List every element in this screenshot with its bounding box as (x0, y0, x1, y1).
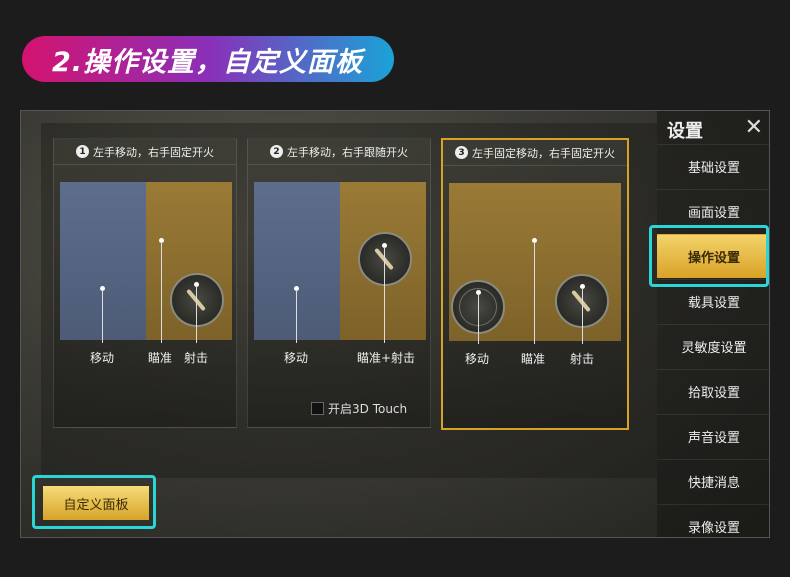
move-leader-line (102, 290, 103, 343)
settings-sidebar: 设置 ✕ 基础设置 画面设置 操作设置 载具设置 灵敏度设置 拾取设置 声音设置… (657, 111, 769, 537)
control-mode-panel: 1 左手移动，右手固定开火 移动 瞄准 射击 2 左手移动，右手跟随开火 移动 … (41, 123, 657, 478)
3d-touch-label: 开启3D Touch (328, 402, 408, 416)
fire-leader-line (196, 286, 197, 343)
fire-leader-line (582, 288, 583, 344)
mode-title: 左手移动，右手跟随开火 (287, 145, 408, 159)
mode-card-1[interactable]: 1 左手移动，右手固定开火 移动 瞄准 射击 (53, 138, 237, 428)
label-move: 移动 (90, 351, 115, 365)
controls-highlight (649, 225, 769, 287)
title-banner: 2.操作设置，自定义面板 (22, 36, 394, 82)
mode-title: 左手移动，右手固定开火 (93, 145, 214, 159)
sidebar-item-quick-message[interactable]: 快捷消息 (657, 459, 769, 503)
banner-title: 2.操作设置，自定义面板 (52, 46, 364, 78)
left-zone (254, 182, 340, 340)
aim-leader-line (534, 242, 535, 344)
label-aim: 瞄准 (148, 351, 173, 365)
close-icon[interactable]: ✕ (745, 115, 763, 140)
left-zone (60, 182, 146, 340)
label-fire: 射击 (570, 352, 595, 366)
game-settings-screen: 1 左手移动，右手固定开火 移动 瞄准 射击 2 左手移动，右手跟随开火 移动 … (20, 110, 770, 538)
3d-touch-option[interactable]: 开启3D Touch (311, 400, 407, 417)
mode-title: 左手固定移动，右手固定开火 (472, 146, 615, 160)
aim-leader-line (161, 242, 162, 343)
aim-fire-button (358, 232, 412, 286)
sidebar-item-basic[interactable]: 基础设置 (657, 144, 769, 188)
custom-panel-highlight (32, 475, 156, 529)
sidebar-item-replay[interactable]: 录像设置 (657, 504, 769, 537)
mode-card-header: 3 左手固定移动，右手固定开火 (443, 140, 627, 166)
bullet-icon (571, 289, 591, 313)
label-move: 移动 (465, 352, 490, 366)
label-aim: 瞄准 (521, 352, 546, 366)
move-leader-line (478, 294, 479, 344)
mode-number-badge: 3 (455, 146, 468, 159)
mode-number-badge: 2 (270, 145, 283, 158)
move-leader-line (296, 290, 297, 343)
label-aim-fire: 瞄准+射击 (357, 351, 416, 365)
mode-number-badge: 1 (76, 145, 89, 158)
settings-title: 设置 (667, 121, 703, 142)
sidebar-item-sensitivity[interactable]: 灵敏度设置 (657, 324, 769, 368)
mode-card-2[interactable]: 2 左手移动，右手跟随开火 移动 瞄准+射击 (247, 138, 431, 428)
sidebar-item-audio[interactable]: 声音设置 (657, 414, 769, 458)
sidebar-item-pickup[interactable]: 拾取设置 (657, 369, 769, 413)
label-fire: 射击 (184, 351, 209, 365)
3d-touch-checkbox[interactable] (311, 402, 324, 415)
label-move: 移动 (284, 351, 309, 365)
mode-card-header: 2 左手移动，右手跟随开火 (248, 139, 430, 165)
aim-fire-leader-line (384, 247, 385, 343)
mode-card-3[interactable]: 3 左手固定移动，右手固定开火 移动 瞄准 射击 (441, 138, 629, 430)
mode-card-header: 1 左手移动，右手固定开火 (54, 139, 236, 165)
